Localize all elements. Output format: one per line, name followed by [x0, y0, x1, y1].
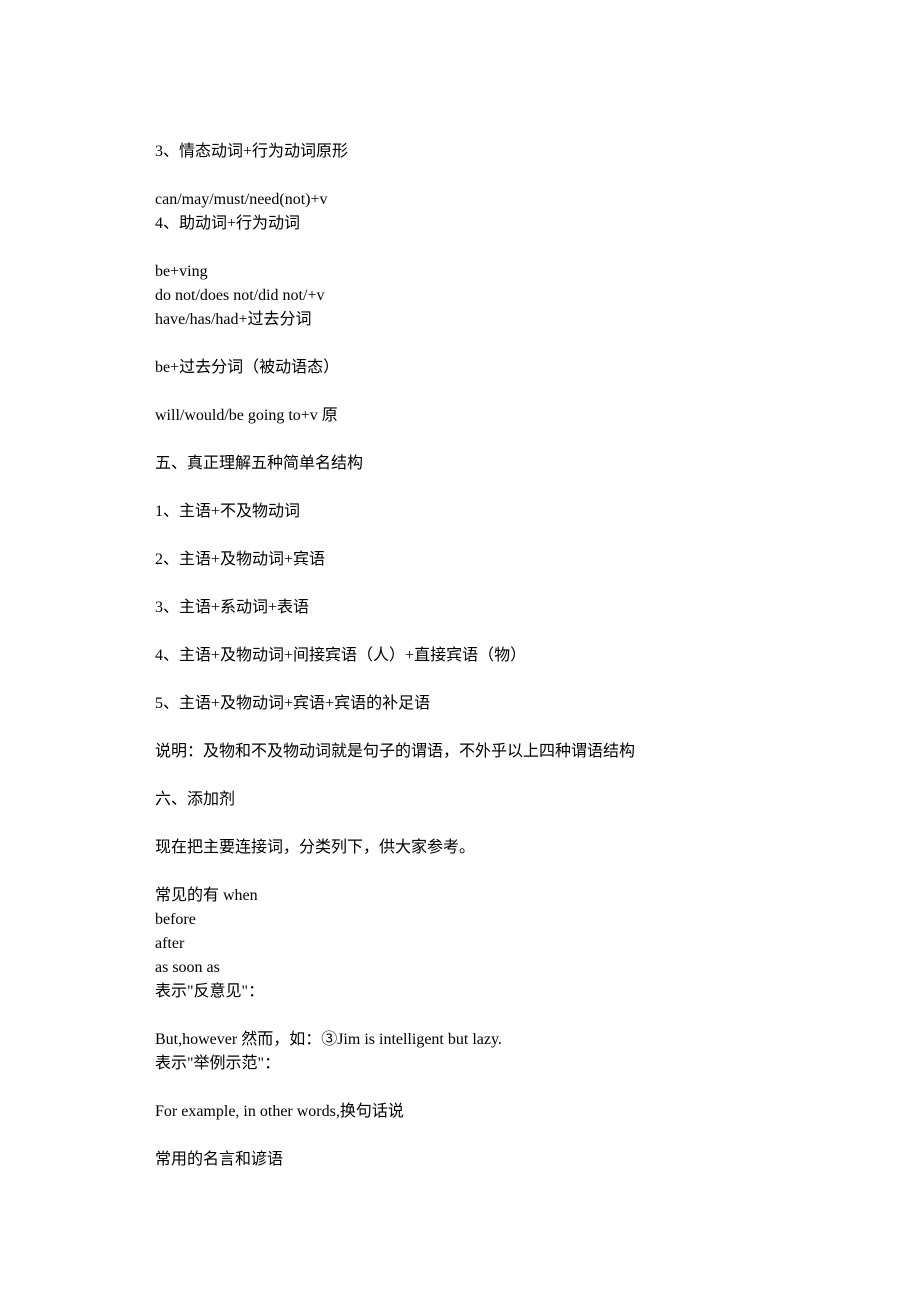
text-line: as soon as [155, 956, 765, 980]
document-page: 3、情态动词+行为动词原形 can/may/must/need(not)+v4、助… [0, 0, 920, 1272]
text-line: 现在把主要连接词，分类列下，供大家参考。 [155, 836, 765, 860]
text-line: be+过去分词（被动语态） [155, 356, 765, 380]
blank-line [155, 812, 765, 836]
text-line: 常见的有 when [155, 884, 765, 908]
text-line: 2、主语+及物动词+宾语 [155, 548, 765, 572]
blank-line [155, 860, 765, 884]
blank-line [155, 716, 765, 740]
text-line: will/would/be going to+v 原 [155, 404, 765, 428]
text-line: 3、主语+系动词+表语 [155, 596, 765, 620]
text-line: 常用的名言和谚语 [155, 1148, 765, 1172]
blank-line [155, 428, 765, 452]
text-line: can/may/must/need(not)+v [155, 188, 765, 212]
text-line: 4、助动词+行为动词 [155, 212, 765, 236]
text-line: But,however 然而，如：③Jim is intelligent but… [155, 1028, 765, 1052]
text-line: 1、主语+不及物动词 [155, 500, 765, 524]
blank-line [155, 764, 765, 788]
blank-line [155, 164, 765, 188]
text-line: 说明：及物和不及物动词就是句子的谓语，不外乎以上四种谓语结构 [155, 740, 765, 764]
blank-line [155, 668, 765, 692]
blank-line [155, 1124, 765, 1148]
text-line: 表示"举例示范"： [155, 1052, 765, 1076]
text-line: before [155, 908, 765, 932]
blank-line [155, 1004, 765, 1028]
blank-line [155, 572, 765, 596]
text-line: For example, in other words,换句话说 [155, 1100, 765, 1124]
blank-line [155, 1076, 765, 1100]
blank-line [155, 476, 765, 500]
text-line: be+ving [155, 260, 765, 284]
blank-line [155, 620, 765, 644]
blank-line [155, 236, 765, 260]
text-line: 4、主语+及物动词+间接宾语（人）+直接宾语（物） [155, 644, 765, 668]
text-line: 5、主语+及物动词+宾语+宾语的补足语 [155, 692, 765, 716]
blank-line [155, 332, 765, 356]
text-line: have/has/had+过去分词 [155, 308, 765, 332]
text-line: after [155, 932, 765, 956]
text-line: 3、情态动词+行为动词原形 [155, 140, 765, 164]
blank-line [155, 380, 765, 404]
blank-line [155, 524, 765, 548]
text-line: do not/does not/did not/+v [155, 284, 765, 308]
text-line: 六、添加剂 [155, 788, 765, 812]
text-line: 五、真正理解五种简单名结构 [155, 452, 765, 476]
text-line: 表示"反意见"： [155, 980, 765, 1004]
